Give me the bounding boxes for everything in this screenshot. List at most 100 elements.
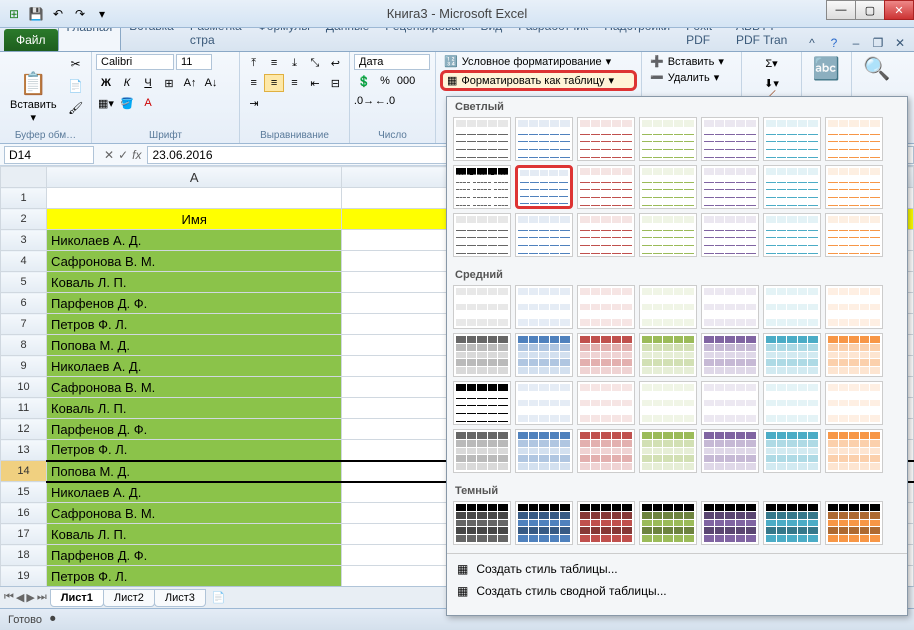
insert-cells-button[interactable]: ➕Вставить▾ xyxy=(646,54,737,69)
table-style-swatch[interactable] xyxy=(763,165,821,209)
format-as-table-button[interactable]: ▦ Форматировать как таблицу ▾ xyxy=(440,70,637,91)
wrap-text-button[interactable]: ↩ xyxy=(326,54,345,72)
row-header[interactable]: 15 xyxy=(1,482,47,503)
table-style-swatch[interactable] xyxy=(825,381,883,425)
font-size-select[interactable] xyxy=(176,54,212,70)
minimize-ribbon-icon[interactable]: ^ xyxy=(804,35,820,51)
row-header[interactable]: 8 xyxy=(1,335,47,356)
orientation-button[interactable]: ⤡ xyxy=(305,54,324,72)
row-header[interactable]: 3 xyxy=(1,230,47,251)
table-style-swatch[interactable] xyxy=(701,429,759,473)
fx-icon[interactable]: fx xyxy=(132,148,141,162)
format-painter-icon[interactable]: 🖌 xyxy=(65,98,87,118)
fill-color-button[interactable]: 🪣 xyxy=(117,94,137,112)
table-style-swatch[interactable] xyxy=(515,381,573,425)
table-style-swatch[interactable] xyxy=(825,213,883,257)
sheet-tab[interactable]: Лист3 xyxy=(154,589,206,607)
percent-button[interactable]: % xyxy=(375,72,395,90)
first-sheet-icon[interactable]: ⏮ xyxy=(4,591,14,604)
cell[interactable]: Парфенов Д. Ф. xyxy=(47,293,342,314)
comma-button[interactable]: 000 xyxy=(396,72,416,90)
cell[interactable]: Сафронова В. М. xyxy=(47,503,342,524)
table-style-swatch[interactable] xyxy=(825,333,883,377)
table-style-swatch[interactable] xyxy=(453,117,511,161)
row-header[interactable]: 10 xyxy=(1,377,47,398)
last-sheet-icon[interactable]: ⏭ xyxy=(37,591,47,604)
help-icon[interactable]: ? xyxy=(826,35,842,51)
cell[interactable]: Парфенов Д. Ф. xyxy=(47,545,342,566)
table-style-swatch[interactable] xyxy=(639,285,697,329)
table-style-swatch[interactable] xyxy=(639,165,697,209)
cell[interactable]: Попова М. Д. xyxy=(47,461,342,482)
table-style-swatch[interactable] xyxy=(453,429,511,473)
align-right-button[interactable]: ≡ xyxy=(285,74,304,92)
enter-icon[interactable]: ✓ xyxy=(118,148,128,162)
decrease-decimal-button[interactable]: ←.0 xyxy=(375,92,395,110)
decrease-font-button[interactable]: A↓ xyxy=(201,74,221,92)
row-header[interactable]: 1 xyxy=(1,188,47,209)
row-header[interactable]: 9 xyxy=(1,356,47,377)
table-style-swatch[interactable] xyxy=(515,429,573,473)
table-style-swatch[interactable] xyxy=(515,501,573,545)
select-all-corner[interactable] xyxy=(1,167,47,188)
increase-decimal-button[interactable]: .0→ xyxy=(354,92,374,110)
table-style-swatch[interactable] xyxy=(639,381,697,425)
cell[interactable]: Сафронова В. М. xyxy=(47,377,342,398)
cell[interactable]: Сафронова В. М. xyxy=(47,251,342,272)
autosum-button[interactable]: Σ▾ xyxy=(762,54,782,72)
table-style-swatch[interactable] xyxy=(577,333,635,377)
minimize-button[interactable]: — xyxy=(826,0,856,20)
cancel-icon[interactable]: ✕ xyxy=(104,148,114,162)
table-style-swatch[interactable] xyxy=(639,501,697,545)
align-middle-button[interactable]: ≡ xyxy=(264,54,283,72)
delete-cells-button[interactable]: ➖Удалить▾ xyxy=(646,70,737,85)
file-tab[interactable]: Файл xyxy=(4,29,58,51)
table-style-swatch[interactable] xyxy=(763,381,821,425)
prev-sheet-icon[interactable]: ◀ xyxy=(16,591,24,604)
table-style-swatch[interactable] xyxy=(701,213,759,257)
table-style-swatch[interactable] xyxy=(701,285,759,329)
table-style-swatch[interactable] xyxy=(701,381,759,425)
row-header[interactable]: 13 xyxy=(1,440,47,461)
conditional-formatting-button[interactable]: 🔢 Условное форматирование ▾ xyxy=(440,54,637,69)
sheet-tab[interactable]: Лист2 xyxy=(103,589,155,607)
increase-indent-button[interactable]: ⇥ xyxy=(244,94,264,112)
row-header[interactable]: 19 xyxy=(1,566,47,587)
table-style-swatch[interactable] xyxy=(763,117,821,161)
table-style-swatch[interactable] xyxy=(453,381,511,425)
row-header[interactable]: 16 xyxy=(1,503,47,524)
align-top-button[interactable]: ⤒ xyxy=(244,54,263,72)
macro-record-icon[interactable]: ⏺ xyxy=(50,613,56,626)
cell[interactable]: Николаев А. Д. xyxy=(47,230,342,251)
table-style-swatch[interactable] xyxy=(825,429,883,473)
header-cell[interactable]: Имя xyxy=(47,209,342,230)
table-style-swatch[interactable] xyxy=(639,333,697,377)
table-style-swatch[interactable] xyxy=(577,165,635,209)
cell[interactable]: Попова М. Д. xyxy=(47,335,342,356)
table-style-swatch[interactable] xyxy=(763,285,821,329)
cell[interactable]: Петров Ф. Л. xyxy=(47,440,342,461)
table-style-swatch[interactable] xyxy=(701,333,759,377)
cell[interactable]: Парфенов Д. Ф. xyxy=(47,419,342,440)
font-name-select[interactable] xyxy=(96,54,174,70)
table-style-swatch[interactable] xyxy=(515,213,573,257)
increase-font-button[interactable]: A↑ xyxy=(180,74,200,92)
align-left-button[interactable]: ≡ xyxy=(244,74,263,92)
table-style-swatch[interactable] xyxy=(639,117,697,161)
table-style-swatch[interactable] xyxy=(763,333,821,377)
cell[interactable]: Коваль Л. П. xyxy=(47,272,342,293)
table-style-swatch[interactable] xyxy=(639,429,697,473)
table-style-swatch[interactable] xyxy=(453,333,511,377)
new-pivot-style-button[interactable]: ▦ Создать стиль сводной таблицы... xyxy=(447,580,907,602)
number-format-select[interactable] xyxy=(354,54,430,70)
table-style-swatch[interactable] xyxy=(701,501,759,545)
table-style-swatch[interactable] xyxy=(515,333,573,377)
table-style-swatch[interactable] xyxy=(577,117,635,161)
table-style-swatch[interactable] xyxy=(701,117,759,161)
table-style-swatch[interactable] xyxy=(453,285,511,329)
qat-dropdown-icon[interactable]: ▾ xyxy=(92,4,112,24)
mdi-restore-icon[interactable]: ❐ xyxy=(870,35,886,51)
table-style-swatch[interactable] xyxy=(453,501,511,545)
cell[interactable]: Петров Ф. Л. xyxy=(47,566,342,587)
currency-button[interactable]: 💲 xyxy=(354,72,374,90)
